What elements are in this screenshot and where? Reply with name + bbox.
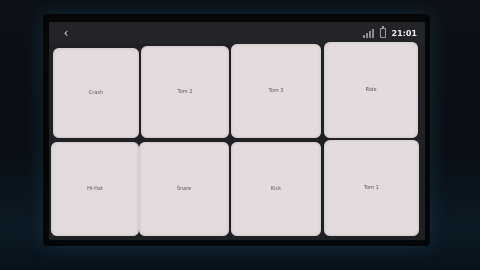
pad-label: Snare [176, 186, 192, 192]
status-time: 21:01 [391, 28, 417, 38]
pad-label: Ride [365, 87, 377, 93]
pad-tom-1[interactable]: Tom 1 [324, 140, 419, 236]
pad-crash[interactable]: Crash [53, 48, 139, 138]
pad-label: Hi-Hat [87, 186, 103, 192]
battery-icon [379, 26, 386, 38]
pad-label: Tom 1 [364, 185, 379, 191]
pad-label: Tom 3 [268, 88, 284, 94]
top-bar: ‹ 21:01 [49, 22, 425, 44]
pad-label: Crash [88, 90, 104, 96]
pad-label: Kick [270, 186, 282, 192]
pad-hi-hat[interactable]: Hi-Hat [51, 142, 139, 236]
pad-snare[interactable]: Snare [139, 142, 229, 236]
pad-kick[interactable]: Kick [231, 142, 321, 236]
app-screen: ‹ 21:01 Crash Tom 2 Tom 3 Ride Hi-Hat Sn… [49, 22, 425, 240]
pad-tom-2[interactable]: Tom 2 [141, 46, 229, 138]
status-area: 21:01 [362, 26, 417, 40]
back-button[interactable]: ‹ [59, 26, 73, 40]
pad-tom-3[interactable]: Tom 3 [231, 44, 321, 138]
signal-icon [362, 28, 374, 38]
pad-label: Tom 2 [177, 89, 193, 95]
pad-ride[interactable]: Ride [324, 42, 418, 138]
chevron-left-icon: ‹ [63, 26, 69, 40]
